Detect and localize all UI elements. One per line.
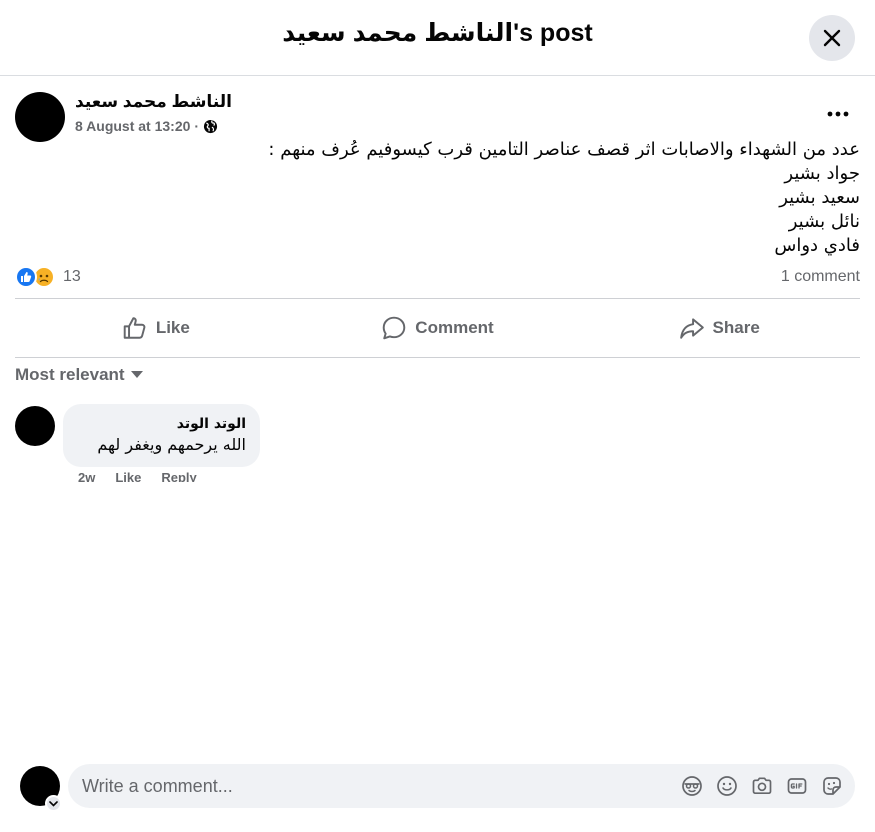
post-body-line: جواد بشير (784, 163, 860, 184)
dialog-header: الناشط محمد سعيد's post (0, 0, 875, 76)
share-button[interactable]: Share (578, 299, 860, 357)
avatar-sticker-button[interactable] (680, 774, 704, 798)
dialog-title: الناشط محمد سعيد's post (282, 19, 593, 47)
post-meta: 8 August at 13:20 · (75, 118, 218, 134)
gif-icon (787, 778, 807, 794)
post-body-line: نائل بشير (788, 211, 860, 232)
comment-age[interactable]: 2w (78, 470, 95, 482)
meta-separator: · (194, 118, 200, 134)
comment-label: Comment (415, 318, 494, 337)
emoji-button[interactable] (715, 774, 739, 798)
comment-sort-dropdown[interactable]: Most relevant (15, 365, 143, 385)
comment-bubble: الوتد الوتد الله يرحمهم ويغفر لهم (63, 404, 260, 467)
like-reaction-icon (15, 266, 37, 288)
comment-count-link[interactable]: 1 comment (781, 268, 860, 286)
post-options-button[interactable] (818, 98, 858, 130)
caret-down-icon (130, 371, 143, 378)
globe-icon (204, 119, 218, 133)
post-action-bar: Like Comment Share (15, 298, 860, 358)
close-button[interactable] (809, 15, 855, 61)
comment-composer (68, 764, 855, 808)
photo-button[interactable] (750, 774, 774, 798)
author-avatar[interactable] (15, 92, 65, 142)
chevron-down-icon (49, 800, 58, 807)
thumbs-up-icon (123, 317, 146, 339)
avatar-sticker-icon (682, 776, 702, 796)
emoji-icon (717, 776, 737, 796)
share-arrow-icon (679, 318, 704, 339)
more-options-icon (827, 111, 849, 117)
post-body-line: فادي دواس (774, 235, 860, 256)
sticker-icon (823, 777, 841, 795)
comment-bubble-icon (383, 316, 406, 340)
comment-text: الله يرحمهم ويغفر لهم (97, 435, 246, 454)
comment-button[interactable]: Comment (297, 299, 579, 357)
profile-switch-button[interactable] (45, 795, 62, 812)
post-body-line: سعيد بشير (779, 187, 860, 208)
post-timestamp[interactable]: 8 August at 13:20 (75, 118, 190, 134)
share-label: Share (712, 318, 760, 337)
reaction-count: 13 (63, 268, 81, 285)
sort-label: Most relevant (15, 365, 125, 384)
camera-icon (752, 777, 772, 795)
reactions-summary[interactable]: 13 (15, 266, 81, 288)
comment-input[interactable] (82, 764, 662, 808)
post-body-line: عدد من الشهداء والاصابات اثر قصف عناصر ا… (268, 139, 860, 160)
like-label: Like (155, 318, 190, 337)
commenter-name[interactable]: الوتد الوتد (77, 414, 246, 434)
comment-meta: 2w Like Reply (78, 470, 197, 482)
close-icon (823, 29, 841, 47)
sticker-button[interactable] (820, 774, 844, 798)
comment-like-link[interactable]: Like (115, 470, 141, 482)
like-button[interactable]: Like (15, 299, 297, 357)
gif-button[interactable] (785, 774, 809, 798)
post-body: عدد من الشهداء والاصابات اثر قصف عناصر ا… (15, 138, 860, 258)
commenter-avatar[interactable] (15, 406, 55, 446)
comment-reply-link[interactable]: Reply (161, 470, 196, 482)
author-name[interactable]: الناشط محمد سعيد (75, 92, 232, 112)
